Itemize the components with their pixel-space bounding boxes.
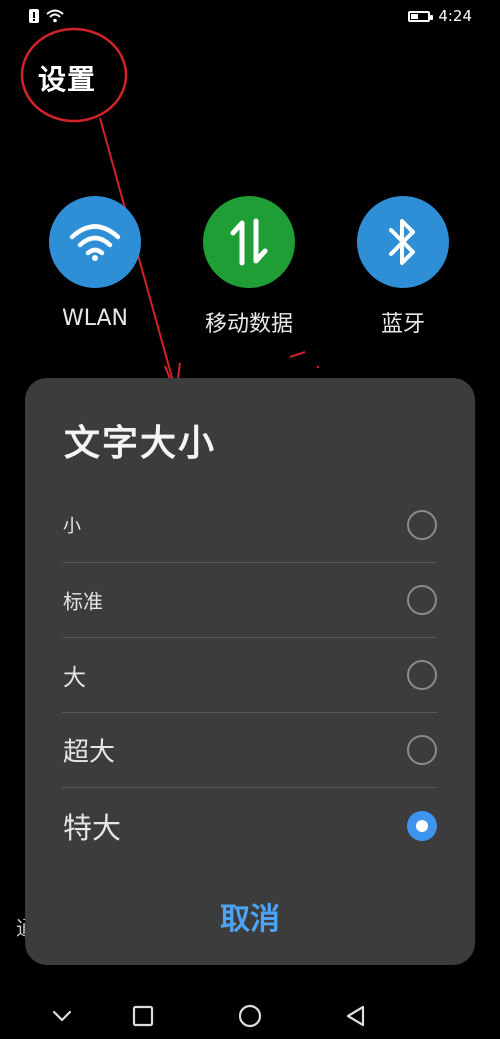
wifi-icon bbox=[46, 9, 64, 23]
radio-button[interactable] bbox=[407, 510, 437, 540]
annotation-dot bbox=[316, 365, 320, 369]
quick-tile-bluetooth-circle[interactable] bbox=[357, 196, 449, 288]
radio-button[interactable] bbox=[407, 660, 437, 690]
font-size-option-standard[interactable]: 标准 bbox=[62, 563, 437, 638]
quick-tile-label: 蓝牙 bbox=[380, 312, 425, 337]
quick-tile-wlan[interactable]: WLAN bbox=[35, 196, 155, 331]
font-size-dialog: 文字大小 小 标准 大 超大 特大 取消 bbox=[25, 378, 475, 965]
status-right: 4:24 bbox=[408, 7, 472, 25]
battery-icon bbox=[408, 10, 434, 22]
status-bar: 4:24 bbox=[0, 0, 500, 34]
recents-icon[interactable] bbox=[131, 1004, 155, 1028]
quick-tile-label: 移动数据 bbox=[204, 312, 293, 337]
font-size-option-small[interactable]: 小 bbox=[62, 488, 437, 563]
back-icon[interactable] bbox=[344, 1004, 368, 1028]
quick-tile-label: WLAN bbox=[61, 306, 129, 331]
chevron-down-icon[interactable] bbox=[50, 1004, 74, 1028]
quick-tile-wlan-circle[interactable] bbox=[49, 196, 141, 288]
option-label: 标准 bbox=[63, 589, 103, 614]
option-label: 特大 bbox=[63, 810, 122, 845]
cancel-button[interactable]: 取消 bbox=[25, 895, 475, 945]
wifi-icon bbox=[69, 224, 121, 261]
option-label: 大 bbox=[63, 665, 86, 691]
font-size-option-list: 小 标准 大 超大 特大 bbox=[62, 488, 437, 863]
quick-tile-mobile-data[interactable]: 移动数据 bbox=[189, 196, 309, 338]
quick-tile-bluetooth[interactable]: 蓝牙 bbox=[343, 196, 463, 338]
font-size-option-extra-large[interactable]: 超大 bbox=[62, 713, 437, 788]
radio-button[interactable] bbox=[407, 735, 437, 765]
status-time: 4:24 bbox=[438, 7, 472, 25]
home-icon[interactable] bbox=[238, 1004, 262, 1028]
annotation-mark bbox=[289, 351, 306, 358]
status-left-icons bbox=[28, 8, 64, 24]
page-title: 设置 bbox=[38, 63, 97, 96]
alert-sim-icon bbox=[29, 9, 39, 23]
font-size-option-large[interactable]: 大 bbox=[62, 638, 437, 713]
option-label: 超大 bbox=[63, 737, 116, 768]
quick-tile-mobile-data-circle[interactable] bbox=[203, 196, 295, 288]
font-size-option-huge[interactable]: 特大 bbox=[62, 788, 437, 863]
navigation-bar bbox=[0, 990, 500, 1039]
radio-button[interactable] bbox=[407, 810, 437, 841]
radio-button[interactable] bbox=[407, 585, 437, 615]
option-label: 小 bbox=[63, 516, 81, 537]
dialog-title: 文字大小 bbox=[64, 423, 217, 464]
battery-level bbox=[411, 13, 418, 19]
bluetooth-icon bbox=[389, 219, 415, 265]
mobile-data-icon bbox=[230, 218, 268, 266]
